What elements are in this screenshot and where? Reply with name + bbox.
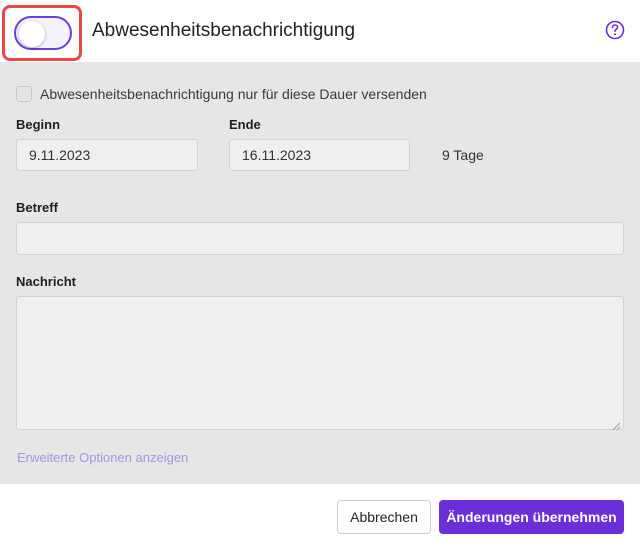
dialog-header: Abwesenheitsbenachrichtigung xyxy=(0,0,640,62)
message-textarea[interactable] xyxy=(16,296,624,431)
subject-input[interactable] xyxy=(16,222,624,255)
dialog-title: Abwesenheitsbenachrichtigung xyxy=(92,20,356,41)
out-of-office-toggle[interactable] xyxy=(14,16,72,50)
duration-checkbox-row: Abwesenheitsbenachrichtigung nur für die… xyxy=(16,85,427,103)
end-label: Ende xyxy=(229,117,261,132)
end-date-input[interactable]: 16.11.2023 xyxy=(229,139,410,171)
begin-date-input[interactable]: 9.11.2023 xyxy=(16,139,198,171)
dialog-footer: Abbrechen Änderungen übernehmen xyxy=(0,484,640,548)
dialog-body: Abwesenheitsbenachrichtigung nur für die… xyxy=(0,62,640,484)
message-label: Nachricht xyxy=(16,274,76,289)
begin-label: Beginn xyxy=(16,117,61,132)
cancel-button[interactable]: Abbrechen xyxy=(337,500,431,534)
duration-checkbox[interactable] xyxy=(16,86,32,102)
duration-checkbox-label: Abwesenheitsbenachrichtigung nur für die… xyxy=(40,86,427,102)
toggle-knob xyxy=(19,21,45,47)
question-circle-icon[interactable] xyxy=(605,20,625,40)
duration-text: 9 Tage xyxy=(442,147,484,163)
advanced-options-link[interactable]: Erweiterte Optionen anzeigen xyxy=(17,450,188,465)
resize-grip-icon[interactable] xyxy=(612,418,621,431)
subject-label: Betreff xyxy=(16,200,58,215)
apply-changes-button[interactable]: Änderungen übernehmen xyxy=(439,500,624,534)
